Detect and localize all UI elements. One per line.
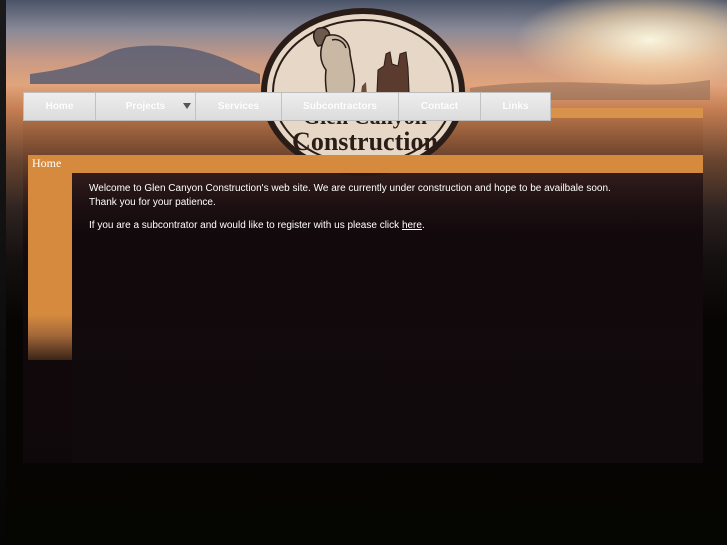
nav-links[interactable]: Links	[481, 93, 550, 120]
nav-home-label: Home	[45, 101, 74, 112]
nav-contact[interactable]: Contact	[399, 93, 481, 120]
welcome-line1: Welcome to Glen Canyon Construction's we…	[89, 183, 611, 194]
register-paragraph: If you are a subcontrator and would like…	[89, 219, 649, 233]
logo-line2: Construction	[292, 127, 438, 156]
welcome-paragraph: Welcome to Glen Canyon Construction's we…	[89, 182, 649, 210]
triangle-down-icon	[183, 103, 191, 109]
nav-services-label: Services	[217, 101, 260, 112]
nav-projects[interactable]: Projects	[96, 93, 196, 120]
nav-links-label: Links	[502, 101, 529, 112]
page-title: Home	[32, 156, 62, 170]
nav-home[interactable]: Home	[24, 93, 96, 120]
nav-projects-label: Projects	[125, 101, 166, 112]
left-edge-shadow	[0, 0, 6, 545]
nav-subcontractors[interactable]: Subcontractors	[282, 93, 399, 120]
nav-services[interactable]: Services	[196, 93, 282, 120]
nav-contact-label: Contact	[420, 101, 459, 112]
welcome-line2: Thank you for your patience.	[89, 197, 216, 208]
register-here-link[interactable]: here	[402, 220, 422, 231]
register-suffix: .	[421, 220, 425, 231]
main-nav: Home Projects Services Subcontractors Co…	[23, 92, 551, 121]
nav-subcontractors-label: Subcontractors	[303, 101, 377, 112]
register-prefix: If you are a subcontrator and would like…	[89, 220, 402, 231]
mesa-silhouette	[30, 45, 260, 84]
content-text: Welcome to Glen Canyon Construction's we…	[89, 182, 649, 242]
sidebar-column	[28, 155, 72, 360]
title-strip	[28, 155, 703, 173]
